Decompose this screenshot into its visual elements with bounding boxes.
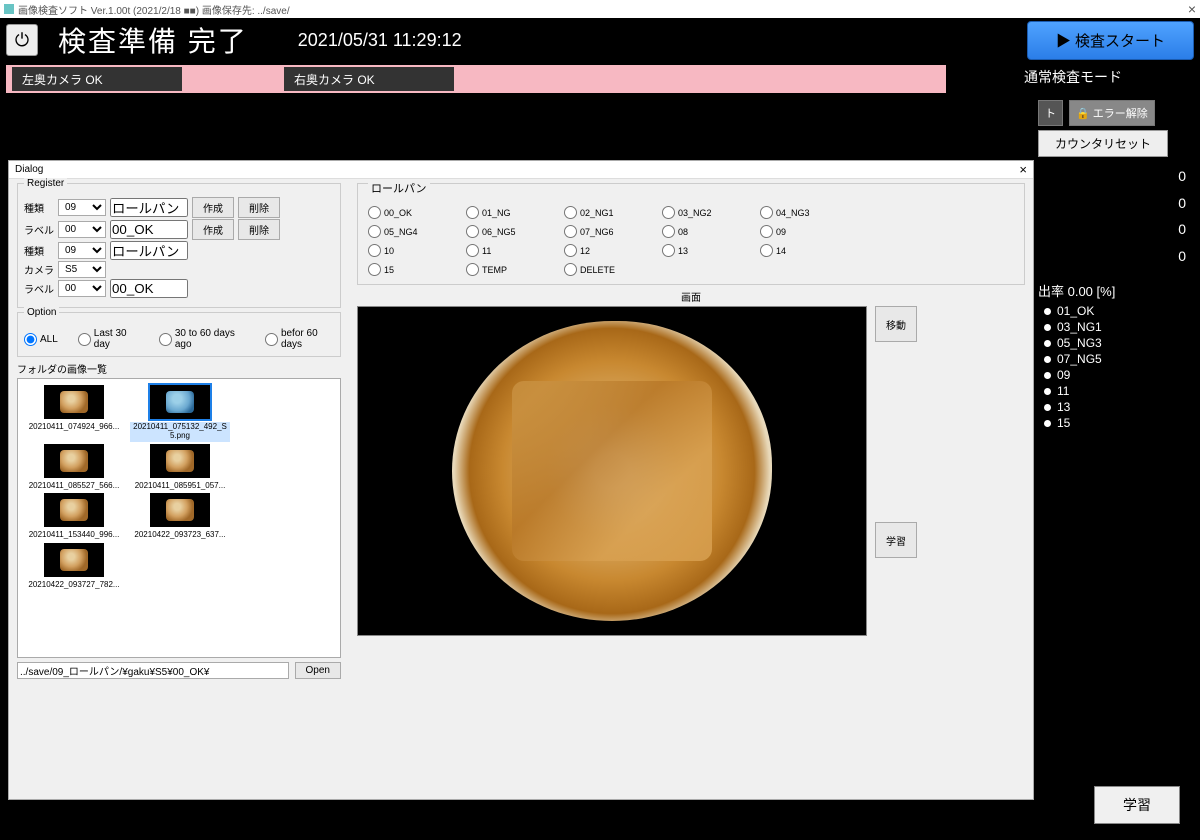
image-preview xyxy=(357,306,867,636)
category-radio[interactable]: 06_NG5 xyxy=(466,225,554,238)
window-close-icon[interactable]: × xyxy=(1188,1,1196,17)
category-radio[interactable]: 07_NG6 xyxy=(564,225,652,238)
legend-item: 03_NG1 xyxy=(1044,320,1194,334)
titlebar-text: 画像検査ソフト Ver.1.00t (2021/2/18 ■■) 画像保存先: … xyxy=(18,2,290,17)
label-select-2[interactable]: 00 xyxy=(58,280,106,297)
category-radio[interactable]: 13 xyxy=(662,244,750,257)
learn-button-main[interactable]: 学習 xyxy=(1094,786,1180,824)
dialog-title-text: Dialog xyxy=(15,164,43,175)
category-radio[interactable]: 08 xyxy=(662,225,750,238)
opt-all[interactable]: ALL xyxy=(24,328,58,350)
legend-item: 13 xyxy=(1044,400,1194,414)
start-inspection-button[interactable]: ▶ 検査スタート xyxy=(1027,21,1194,60)
power-button[interactable]: ⏻ xyxy=(6,24,38,56)
move-button[interactable]: 移動 xyxy=(875,306,917,342)
thumbnail-item[interactable]: 20210422_093723_637... xyxy=(130,493,230,541)
legend-item: 07_NG5 xyxy=(1044,352,1194,366)
opt-last30[interactable]: Last 30 day xyxy=(78,328,139,350)
legend-item: 01_OK xyxy=(1044,304,1194,318)
learn-button-dialog[interactable]: 学習 xyxy=(875,522,917,558)
register-dialog: Dialog × Register 種類 09 作成 削除 ラベル 00 作成 xyxy=(8,160,1034,800)
legend-item: 09 xyxy=(1044,368,1194,382)
type-text-2[interactable] xyxy=(110,241,188,260)
rollpan-fieldset: ロールパン 00_OK01_NG02_NG103_NG204_NG305_NG4… xyxy=(357,183,1025,285)
opt-befor60[interactable]: befor 60 days xyxy=(265,328,334,350)
camera-strip: 左奥カメラ OK 右奥カメラ OK 通常検査モード xyxy=(0,62,1200,96)
opt-mid[interactable]: 30 to 60 days ago xyxy=(159,328,245,350)
thumbnail-item[interactable]: 20210422_093727_782... xyxy=(24,543,124,591)
legend-item: 11 xyxy=(1044,384,1194,398)
timestamp: 2021/05/31 11:29:12 xyxy=(298,30,462,51)
thumbnail-item[interactable]: 20210411_075132_492_S5.png xyxy=(130,385,230,442)
legend-item: 15 xyxy=(1044,416,1194,430)
label-text-1[interactable] xyxy=(110,220,188,239)
category-radio[interactable]: 05_NG4 xyxy=(368,225,456,238)
category-radio[interactable]: 04_NG3 xyxy=(760,206,848,219)
folder-list-title: フォルダの画像一覧 xyxy=(17,361,341,376)
counter-reset-button[interactable]: カウンタリセット xyxy=(1038,130,1168,157)
label-select-1[interactable]: 00 xyxy=(58,221,106,238)
right-side-panel: ト 🔒 エラー解除 カウンタリセット 0 0 0 0 出率 0.00 [%] 0… xyxy=(1038,100,1194,432)
category-radio[interactable]: 01_NG xyxy=(466,206,554,219)
app-titlebar: 画像検査ソフト Ver.1.00t (2021/2/18 ■■) 画像保存先: … xyxy=(0,0,1200,18)
option-fieldset: Option ALL Last 30 day 30 to 60 days ago… xyxy=(17,312,341,357)
dialog-close-icon[interactable]: × xyxy=(1019,162,1027,177)
status-title: 検査準備 完了 xyxy=(58,20,248,60)
counter-values: 0 0 0 0 xyxy=(1038,157,1194,275)
type-text-1[interactable] xyxy=(110,198,188,217)
path-input[interactable] xyxy=(17,662,289,679)
type-select-2[interactable]: 09 xyxy=(58,242,106,259)
make-button-1[interactable]: 作成 xyxy=(192,197,234,218)
camera-status-bar: 左奥カメラ OK 右奥カメラ OK xyxy=(6,65,946,93)
app-icon xyxy=(4,4,14,14)
category-radio[interactable]: 09 xyxy=(760,225,848,238)
category-radio[interactable]: 00_OK xyxy=(368,206,456,219)
legend-item: 05_NG3 xyxy=(1044,336,1194,350)
inspection-mode: 通常検査モード xyxy=(1016,65,1130,89)
category-radio[interactable]: 15 xyxy=(368,263,456,276)
main-header: ⏻ 検査準備 完了 2021/05/31 11:29:12 ▶ 検査スタート xyxy=(0,18,1200,62)
register-fieldset: Register 種類 09 作成 削除 ラベル 00 作成 削除 種類 xyxy=(17,183,341,308)
make-button-2[interactable]: 作成 xyxy=(192,219,234,240)
thumbnail-item[interactable]: 20210411_153440_996... xyxy=(24,493,124,541)
left-camera-status: 左奥カメラ OK xyxy=(12,67,182,91)
detection-rate: 出率 0.00 [%] xyxy=(1038,281,1194,300)
category-radio[interactable]: DELETE xyxy=(564,263,652,276)
camera-select[interactable]: S5 xyxy=(58,261,106,278)
right-camera-status: 右奥カメラ OK xyxy=(284,67,454,91)
truncated-button[interactable]: ト xyxy=(1038,100,1063,126)
dialog-titlebar: Dialog × xyxy=(9,161,1033,179)
category-radio[interactable]: 10 xyxy=(368,244,456,257)
screen-label: 画面 xyxy=(357,289,1025,304)
dialog-right-panel: ロールパン 00_OK01_NG02_NG103_NG204_NG305_NG4… xyxy=(349,179,1033,799)
thumbnail-list: 20210411_074924_966...20210411_075132_49… xyxy=(17,378,341,658)
delete-button-1[interactable]: 削除 xyxy=(238,197,280,218)
label-text-2[interactable] xyxy=(110,279,188,298)
thumbnail-item[interactable]: 20210411_074924_966... xyxy=(24,385,124,442)
delete-button-2[interactable]: 削除 xyxy=(238,219,280,240)
category-radio[interactable]: 03_NG2 xyxy=(662,206,750,219)
category-radio[interactable]: 14 xyxy=(760,244,848,257)
type-select-1[interactable]: 09 xyxy=(58,199,106,216)
error-clear-button[interactable]: 🔒 エラー解除 xyxy=(1069,100,1155,126)
category-radio[interactable]: TEMP xyxy=(466,263,554,276)
thumbnail-item[interactable]: 20210411_085951_057... xyxy=(130,444,230,492)
category-radio[interactable]: 12 xyxy=(564,244,652,257)
category-radio[interactable]: 11 xyxy=(466,244,554,257)
thumbnail-item[interactable]: 20210411_085527_566... xyxy=(24,444,124,492)
dialog-left-panel: Register 種類 09 作成 削除 ラベル 00 作成 削除 種類 xyxy=(9,179,349,799)
bread-image xyxy=(452,321,772,621)
category-radio[interactable]: 02_NG1 xyxy=(564,206,652,219)
category-legend: 01_OK 03_NG1 05_NG3 07_NG5 09 11 13 15 xyxy=(1038,304,1194,430)
open-button[interactable]: Open xyxy=(295,662,341,679)
